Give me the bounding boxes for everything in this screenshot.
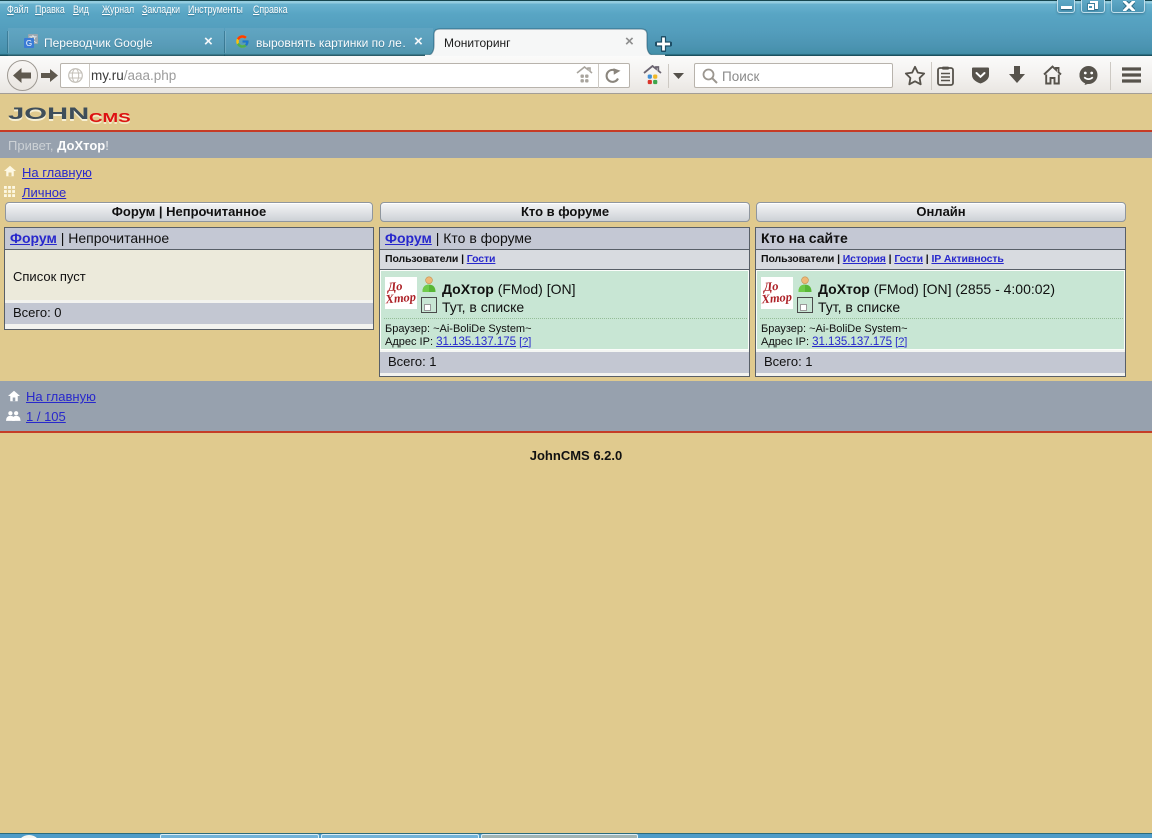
svg-text:G: G [26,39,32,48]
